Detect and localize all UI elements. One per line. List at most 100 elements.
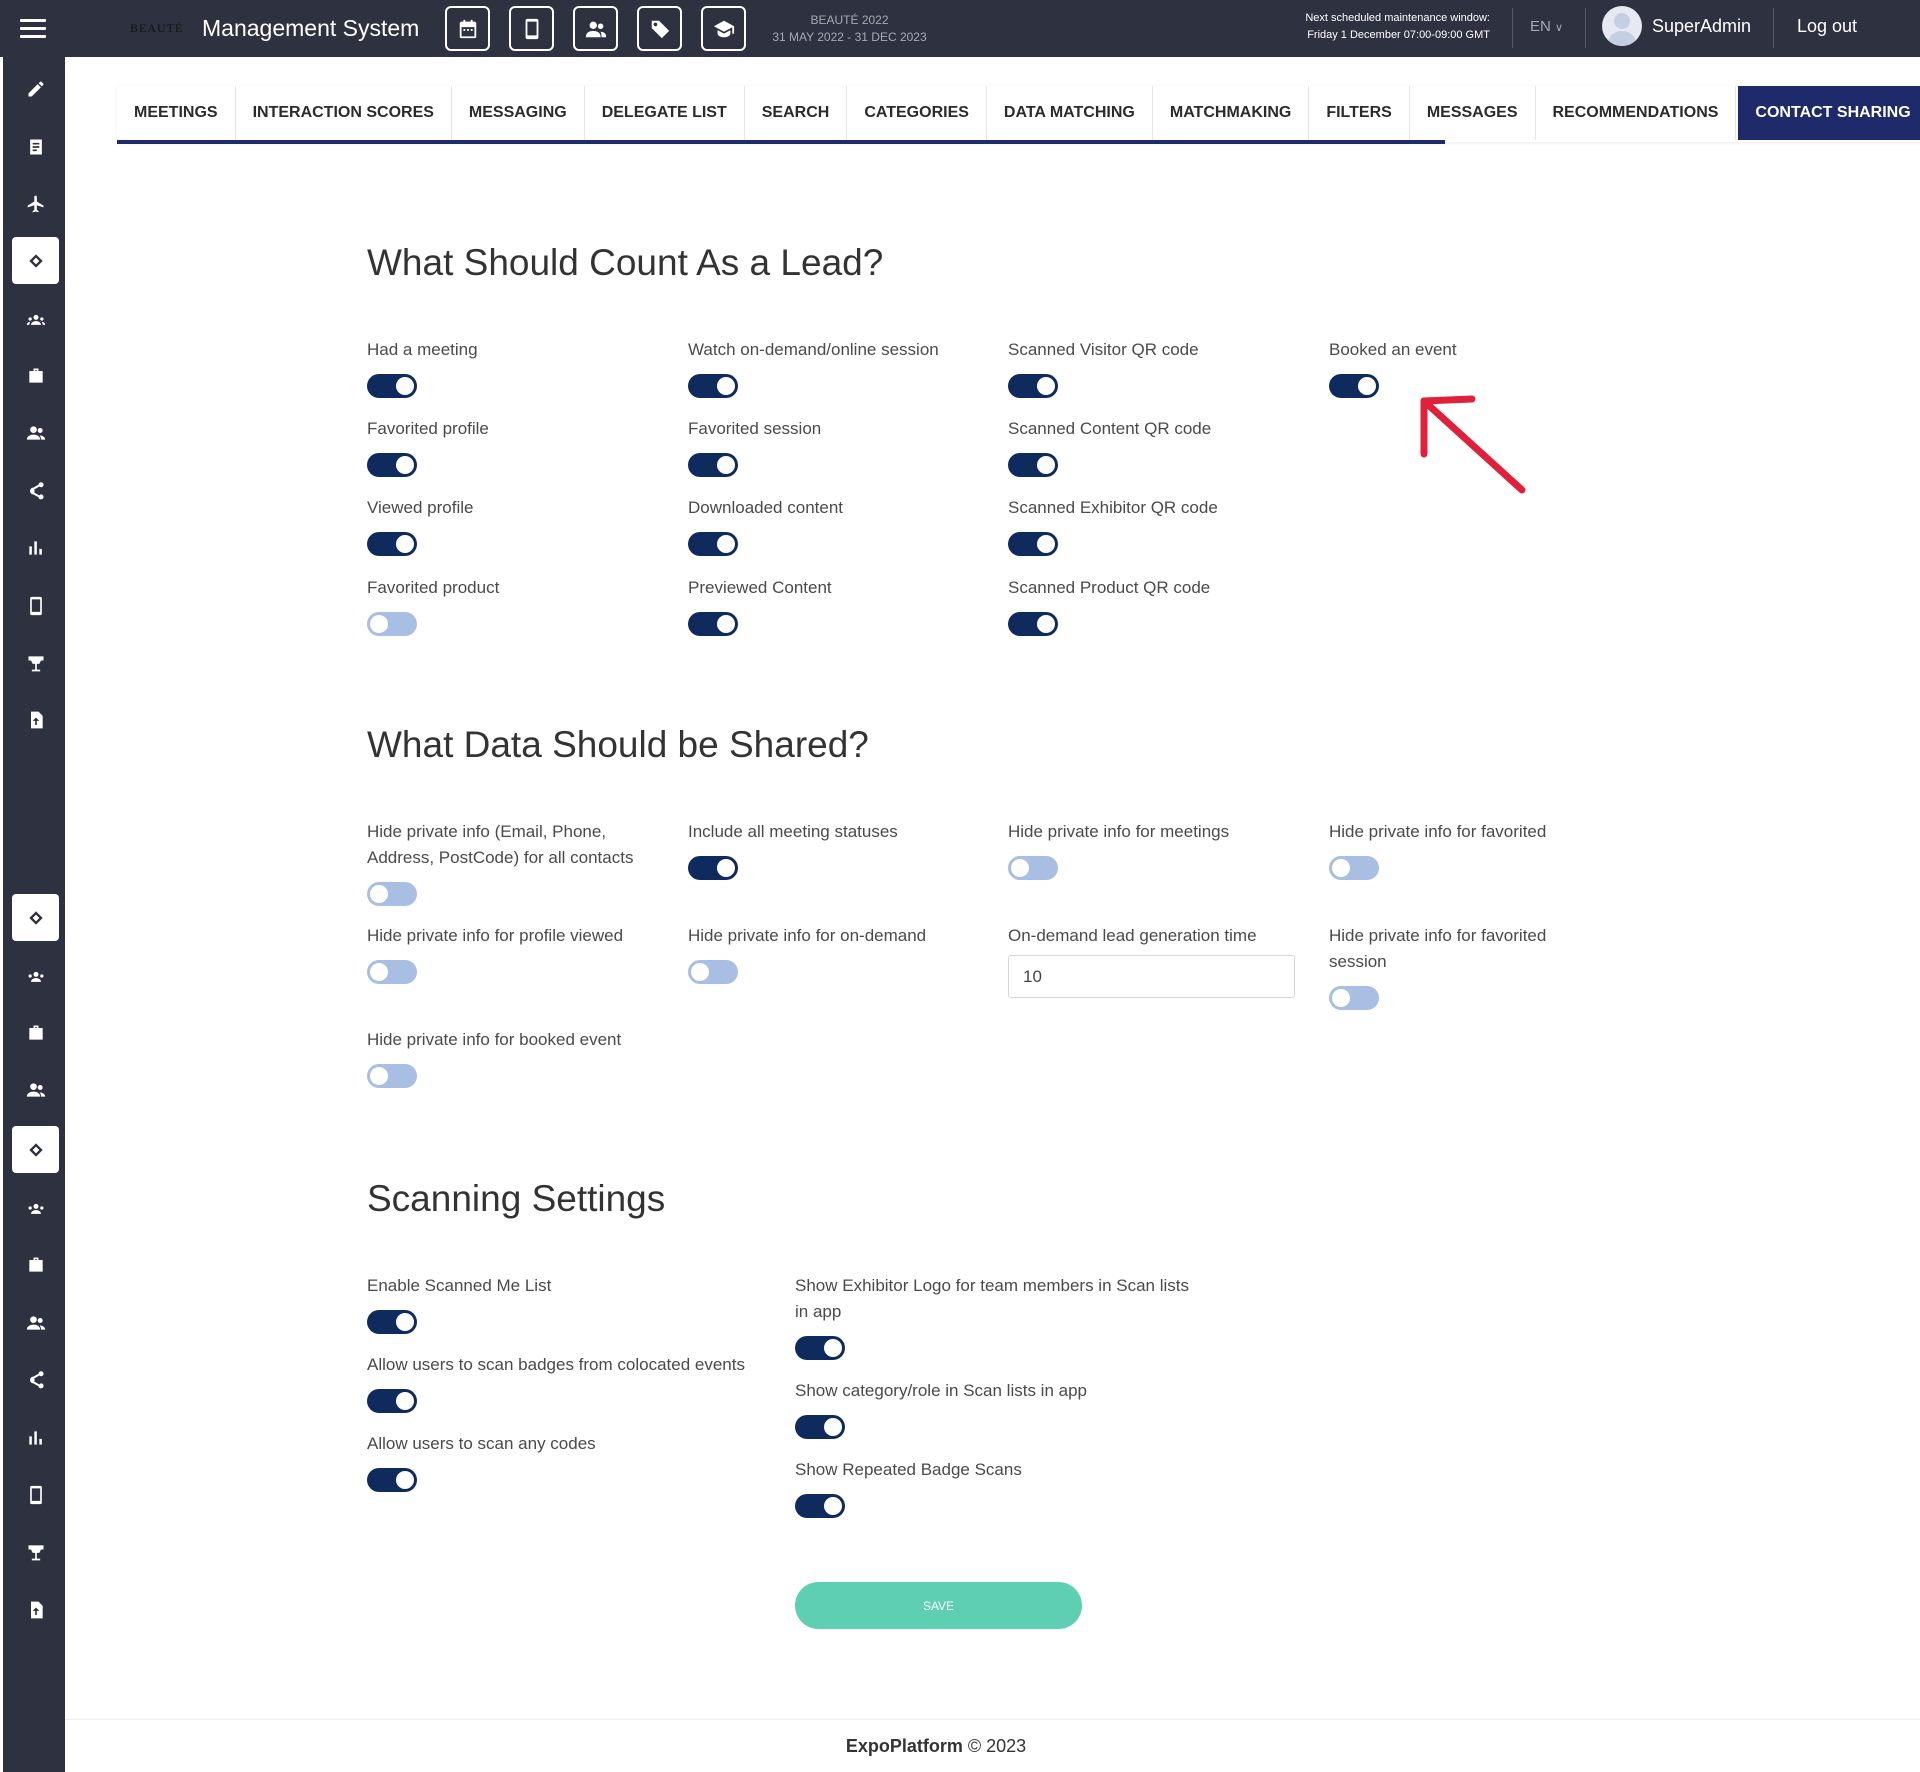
sidebar-share-icon[interactable]	[12, 467, 59, 514]
tab-data-matching[interactable]: DATA MATCHING	[987, 86, 1153, 140]
sidebar-upload-icon[interactable]	[12, 696, 59, 743]
sidebar-document-icon[interactable]	[12, 123, 59, 170]
footer: ExpoPlatform © 2023	[65, 1736, 1807, 1757]
toggle-switch[interactable]	[688, 612, 738, 636]
toggle-switch[interactable]	[795, 1494, 845, 1518]
sidebar-pencil-icon[interactable]	[12, 65, 59, 112]
tab-matchmaking[interactable]: MATCHMAKING	[1153, 86, 1310, 140]
sidebar-booth-icon[interactable]	[12, 639, 59, 686]
toggle-switch[interactable]	[1008, 532, 1058, 556]
sidebar-share-icon[interactable]	[12, 1356, 59, 1403]
sidebar-briefcase-icon[interactable]	[12, 1009, 59, 1056]
users-icon[interactable]	[573, 6, 619, 51]
sidebar-briefcase-icon[interactable]	[12, 1241, 59, 1288]
setting-on-demand-lead-generation-time: On-demand lead generation time 10	[1008, 923, 1308, 998]
setting-label: Favorited product	[367, 578, 500, 597]
toggle-switch[interactable]	[1008, 856, 1058, 880]
sidebar-group-icon[interactable]	[12, 295, 59, 342]
tab-contact-sharing[interactable]: CONTACT SHARING	[1738, 86, 1920, 140]
setting-favorited-product: Favorited product	[367, 575, 667, 636]
sidebar-handshake-icon[interactable]	[12, 1126, 59, 1173]
setting-label: Hide private info for favorited session	[1329, 926, 1547, 971]
toggle-switch[interactable]	[367, 1389, 417, 1413]
toggle-switch[interactable]	[795, 1336, 845, 1360]
sidebar-briefcase-icon[interactable]	[12, 352, 59, 399]
toggle-switch[interactable]	[688, 374, 738, 398]
sidebar-mobile-icon[interactable]	[12, 1471, 59, 1518]
divider	[1512, 8, 1513, 48]
logout-link[interactable]: Log out	[1797, 16, 1857, 37]
pencil-icon	[28, 81, 43, 96]
sidebar-group-icon[interactable]	[12, 952, 59, 999]
tab-search[interactable]: SEARCH	[745, 86, 848, 140]
toggle-switch[interactable]	[1329, 856, 1379, 880]
setting-show-repeated-badge-scans: Show Repeated Badge Scans	[795, 1457, 1195, 1518]
tag-icon[interactable]	[637, 6, 683, 51]
setting-label: Downloaded content	[688, 498, 844, 517]
sidebar-bar-chart-icon[interactable]	[12, 1414, 59, 1461]
top-bar: BEAUTÉ Management System BEAUTÉ 2022 31 …	[0, 0, 1920, 57]
menu-icon[interactable]	[0, 0, 66, 57]
sidebar-users-icon[interactable]	[12, 1066, 59, 1113]
handshake-icon	[28, 910, 43, 925]
sidebar-handshake-icon[interactable]	[12, 237, 59, 284]
setting-label: Allow users to scan any codes	[367, 1434, 596, 1453]
setting-previewed-content: Previewed Content	[688, 575, 988, 636]
tab-messaging[interactable]: MESSAGING	[452, 86, 585, 140]
tab-categories[interactable]: CATEGORIES	[847, 86, 987, 140]
sidebar-group-icon[interactable]	[12, 1184, 59, 1231]
sidebar-users-icon[interactable]	[12, 409, 59, 456]
toggle-switch[interactable]	[367, 1310, 417, 1334]
user-name[interactable]: SuperAdmin	[1652, 16, 1751, 37]
tab-filters[interactable]: FILTERS	[1309, 86, 1410, 140]
toggle-switch[interactable]	[1329, 374, 1379, 398]
avatar[interactable]	[1602, 6, 1642, 46]
language-select[interactable]: EN ∨	[1530, 18, 1563, 35]
toggle-switch[interactable]	[367, 1468, 417, 1492]
maintenance-title: Next scheduled maintenance window:	[1305, 12, 1490, 24]
save-button[interactable]: SAVE	[795, 1582, 1082, 1629]
sidebar-upload-icon[interactable]	[12, 1586, 59, 1633]
setting-label: Booked an event	[1329, 340, 1457, 359]
sidebar-users-icon[interactable]	[12, 1299, 59, 1346]
lead-time-input[interactable]: 10	[1008, 955, 1295, 998]
sidebar-bar-chart-icon[interactable]	[12, 524, 59, 571]
toggle-switch[interactable]	[367, 374, 417, 398]
toggle-switch[interactable]	[367, 960, 417, 984]
setting-hide-private-info-for-favorited-session: Hide private info for favorited session	[1329, 923, 1579, 1010]
tab-meetings[interactable]: MEETINGS	[117, 86, 236, 140]
graduation-cap-icon[interactable]	[701, 6, 747, 51]
setting-label: Scanned Content QR code	[1008, 419, 1212, 438]
group-icon	[28, 1203, 43, 1214]
toggle-switch[interactable]	[688, 453, 738, 477]
calendar-icon[interactable]	[445, 6, 491, 51]
toggle-switch[interactable]	[795, 1415, 845, 1439]
chevron-down-icon: ∨	[1555, 22, 1564, 34]
toggle-switch[interactable]	[367, 1064, 417, 1088]
sidebar-booth-icon[interactable]	[12, 1528, 59, 1575]
toggle-switch[interactable]	[367, 882, 417, 906]
toggle-switch[interactable]	[688, 856, 738, 880]
setting-label: Hide private info for favorited	[1329, 822, 1547, 841]
divider	[1773, 8, 1774, 48]
toggle-switch[interactable]	[367, 532, 417, 556]
toggle-switch[interactable]	[688, 532, 738, 556]
toggle-switch[interactable]	[367, 453, 417, 477]
toggle-switch[interactable]	[1008, 374, 1058, 398]
sidebar-plane-icon[interactable]	[12, 180, 59, 227]
sidebar-mobile-icon[interactable]	[12, 582, 59, 629]
toggle-switch[interactable]	[1329, 986, 1379, 1010]
setting-label: Scanned Exhibitor QR code	[1008, 498, 1218, 517]
tab-interaction-scores[interactable]: INTERACTION SCORES	[236, 86, 452, 140]
mobile-icon[interactable]	[509, 6, 555, 51]
briefcase-icon	[28, 1257, 43, 1272]
tab-messages[interactable]: MESSAGES	[1410, 86, 1536, 140]
toggle-switch[interactable]	[688, 960, 738, 984]
tab-delegate-list[interactable]: DELEGATE LIST	[585, 86, 745, 140]
setting-label: Allow users to scan badges from colocate…	[367, 1355, 745, 1374]
toggle-switch[interactable]	[1008, 453, 1058, 477]
toggle-switch[interactable]	[367, 612, 417, 636]
toggle-switch[interactable]	[1008, 612, 1058, 636]
tab-recommendations[interactable]: RECOMMENDATIONS	[1536, 86, 1737, 140]
sidebar-handshake-icon[interactable]	[12, 894, 59, 941]
